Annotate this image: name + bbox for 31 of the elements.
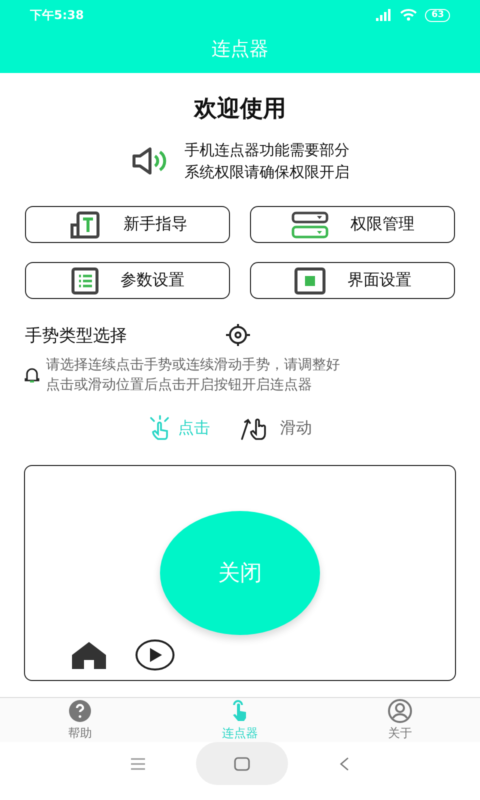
home-icon[interactable] bbox=[71, 641, 107, 669]
battery-indicator: 63 bbox=[425, 8, 450, 22]
wifi-icon bbox=[400, 9, 418, 21]
back-icon[interactable] bbox=[338, 756, 350, 770]
menu-button[interactable]: 权限管理 bbox=[250, 206, 455, 243]
tap-hand-icon bbox=[148, 415, 172, 441]
hint-text: 点击或滑动位置后点击开启按钮开启连点器 bbox=[46, 376, 313, 395]
intro-text: 系统权限请确保权限开启 bbox=[184, 162, 350, 182]
menu-button[interactable]: 新手指导 bbox=[25, 206, 230, 243]
gesture-option[interactable]: 滑动 bbox=[240, 415, 312, 441]
menu-button[interactable]: 参数设置 bbox=[25, 262, 230, 299]
play-icon[interactable] bbox=[135, 639, 175, 671]
hint-text: 请选择连续点击手势或连续滑动手势，请调整好 bbox=[46, 356, 340, 375]
menu-icon[interactable] bbox=[130, 758, 146, 770]
menu-button[interactable]: 界面设置 bbox=[250, 262, 455, 299]
user-icon bbox=[386, 698, 414, 722]
toggle-panels-icon bbox=[290, 210, 328, 238]
status-time: 下午5:38 bbox=[30, 6, 84, 24]
target-icon bbox=[225, 323, 251, 347]
signal-icon bbox=[376, 9, 392, 21]
screen-icon bbox=[294, 266, 326, 294]
square-icon bbox=[234, 756, 250, 770]
document-icon bbox=[68, 210, 102, 238]
welcome-title: 欢迎使用 bbox=[194, 96, 286, 122]
section-title: 手势类型选择 bbox=[25, 324, 128, 346]
bell-icon bbox=[24, 367, 40, 383]
app-title: 连点器 bbox=[212, 36, 268, 62]
intro-text: 手机连点器功能需要部分 bbox=[184, 140, 350, 160]
nav-tab[interactable]: 关于 bbox=[320, 698, 480, 742]
nav-tab[interactable]: 帮助 bbox=[0, 698, 160, 742]
list-icon bbox=[70, 266, 98, 294]
